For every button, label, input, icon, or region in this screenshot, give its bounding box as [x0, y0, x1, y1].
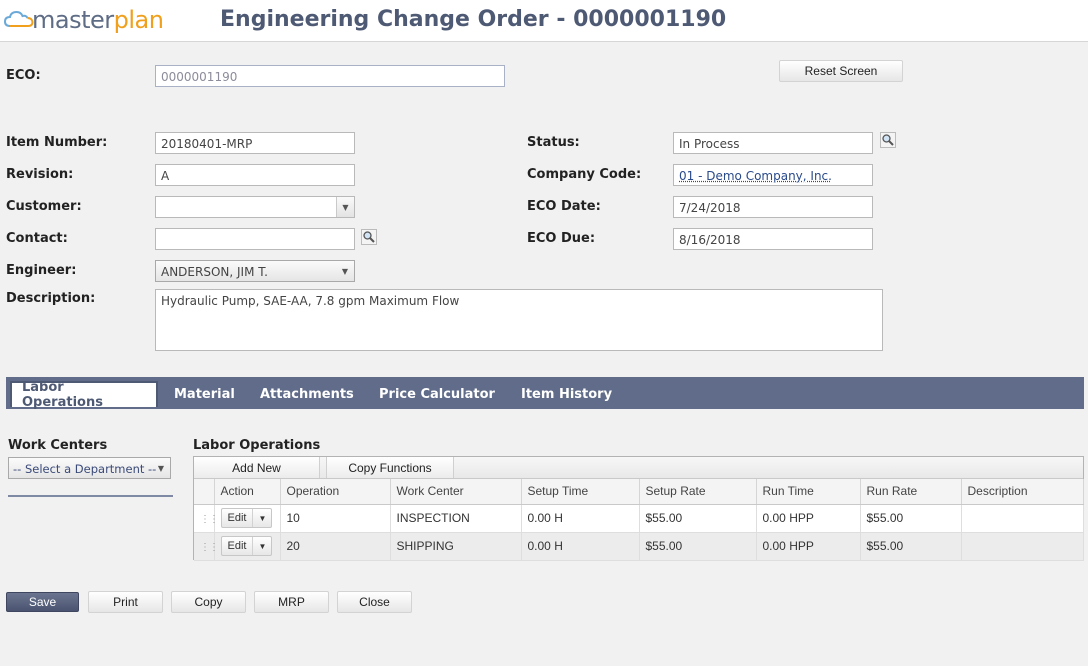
company-code-label: Company Code:	[527, 167, 642, 182]
labor-operations-grid: Add New Copy Functions Action Operation …	[193, 456, 1084, 561]
item-number-label: Item Number:	[6, 135, 108, 150]
tab-labor-operations[interactable]: Labor Operations	[10, 380, 158, 410]
labor-operations-title: Labor Operations	[193, 438, 321, 453]
column-header[interactable]: Description	[961, 479, 1084, 505]
caret-down-icon[interactable]: ▼	[253, 537, 271, 555]
setup-rate-cell: $55.00	[639, 504, 757, 533]
column-header[interactable]: Run Time	[756, 479, 861, 505]
copy-functions-button[interactable]: Copy Functions	[326, 457, 454, 478]
column-header[interactable]: Run Rate	[860, 479, 962, 505]
app-header: masterplan Engineering Change Order - 00…	[0, 0, 1088, 42]
operation-cell: 10	[280, 504, 391, 533]
description-label: Description:	[6, 291, 96, 306]
eco-due-field[interactable]: 8/16/2018	[673, 228, 873, 250]
company-code-link[interactable]: 01 - Demo Company, Inc.	[679, 169, 832, 183]
close-button[interactable]: Close	[337, 591, 412, 613]
row-edit-split-button[interactable]: Edit ▼	[220, 536, 273, 556]
operation-cell: 20	[280, 532, 391, 561]
contact-field[interactable]	[155, 228, 355, 250]
setup-time-cell: 0.00 H	[521, 504, 640, 533]
company-code-field[interactable]: 01 - Demo Company, Inc.	[673, 164, 873, 186]
work-centers-title: Work Centers	[8, 438, 108, 453]
cloud-logo-icon	[4, 10, 34, 27]
department-placeholder: -- Select a Department --	[13, 462, 157, 476]
revision-field[interactable]: A	[155, 164, 355, 186]
mrp-button[interactable]: MRP	[254, 591, 329, 613]
work-center-cell: SHIPPING	[390, 532, 522, 561]
tab-price-calculator[interactable]: Price Calculator	[369, 381, 505, 407]
item-number-field[interactable]: 20180401-MRP	[155, 132, 355, 154]
grid-toolbar: Add New Copy Functions	[194, 457, 1083, 479]
setup-rate-cell: $55.00	[639, 532, 757, 561]
row-edit-split-button[interactable]: Edit ▼	[220, 508, 273, 528]
eco-date-label: ECO Date:	[527, 199, 601, 214]
table-header-row: Action Operation Work Center Setup Time …	[194, 479, 1084, 505]
tab-attachments[interactable]: Attachments	[250, 381, 364, 407]
drag-handle-icon[interactable]: ⋮⋮	[194, 532, 219, 561]
run-rate-cell: $55.00	[860, 504, 962, 533]
page-title: Engineering Change Order - 0000001190	[220, 7, 727, 32]
description-cell	[961, 504, 1084, 533]
column-header[interactable]: Setup Time	[521, 479, 640, 505]
eco-date-field[interactable]: 7/24/2018	[673, 196, 873, 218]
print-button[interactable]: Print	[88, 591, 163, 613]
table-row[interactable]: ⋮⋮ Edit ▼ 10 INSPECTION 0.00 H $55.00 0.…	[194, 504, 1084, 533]
engineer-label: Engineer:	[6, 263, 77, 278]
labor-operations-table: Action Operation Work Center Setup Time …	[194, 479, 1084, 561]
status-field[interactable]: In Process	[673, 132, 873, 154]
engineer-value: ANDERSON, JIM T.	[161, 265, 268, 279]
drag-handle-icon[interactable]: ⋮⋮	[194, 504, 219, 533]
chevron-down-icon: ▼	[341, 266, 349, 276]
eco-field[interactable]: 0000001190	[155, 65, 505, 87]
work-centers-divider	[8, 495, 173, 497]
description-cell	[961, 532, 1084, 561]
run-time-cell: 0.00 HPP	[756, 504, 861, 533]
customer-select[interactable]: ▼	[155, 196, 355, 218]
drag-column-header	[194, 479, 215, 505]
column-header[interactable]: Work Center	[390, 479, 522, 505]
chevron-down-icon: ▼	[157, 463, 165, 473]
status-label: Status:	[527, 135, 580, 150]
customer-label: Customer:	[6, 199, 82, 214]
magnifier-lookup-icon[interactable]	[361, 229, 377, 245]
caret-down-icon[interactable]: ▼	[253, 509, 271, 527]
engineer-select[interactable]: ANDERSON, JIM T. ▼	[155, 260, 355, 282]
tab-material[interactable]: Material	[164, 381, 245, 407]
run-rate-cell: $55.00	[860, 532, 962, 561]
run-time-cell: 0.00 HPP	[756, 532, 861, 561]
edit-button[interactable]: Edit	[222, 537, 254, 555]
reset-screen-button[interactable]: Reset Screen	[779, 60, 903, 82]
column-header[interactable]: Operation	[280, 479, 391, 505]
chevron-down-icon: ▼	[336, 197, 354, 217]
tab-item-history[interactable]: Item History	[511, 381, 622, 407]
setup-time-cell: 0.00 H	[521, 532, 640, 561]
description-textarea[interactable]: Hydraulic Pump, SAE-AA, 7.8 gpm Maximum …	[155, 289, 883, 351]
eco-due-label: ECO Due:	[527, 231, 596, 246]
magnifier-lookup-icon[interactable]	[880, 132, 896, 148]
department-select[interactable]: -- Select a Department -- ▼	[8, 457, 171, 479]
eco-label: ECO:	[6, 68, 41, 83]
masterplan-logo[interactable]: masterplan	[4, 4, 164, 36]
copy-button[interactable]: Copy	[171, 591, 246, 613]
column-header[interactable]: Setup Rate	[639, 479, 757, 505]
revision-label: Revision:	[6, 167, 74, 182]
work-center-cell: INSPECTION	[390, 504, 522, 533]
contact-label: Contact:	[6, 231, 68, 246]
column-header[interactable]: Action	[214, 479, 281, 505]
logo-text: masterplan	[32, 6, 164, 34]
add-new-button[interactable]: Add New	[194, 457, 320, 478]
save-button[interactable]: Save	[6, 592, 79, 612]
tab-bar: Labor Operations Material Attachments Pr…	[6, 377, 1084, 410]
table-row[interactable]: ⋮⋮ Edit ▼ 20 SHIPPING 0.00 H $55.00 0.00…	[194, 532, 1084, 561]
edit-button[interactable]: Edit	[222, 509, 254, 527]
